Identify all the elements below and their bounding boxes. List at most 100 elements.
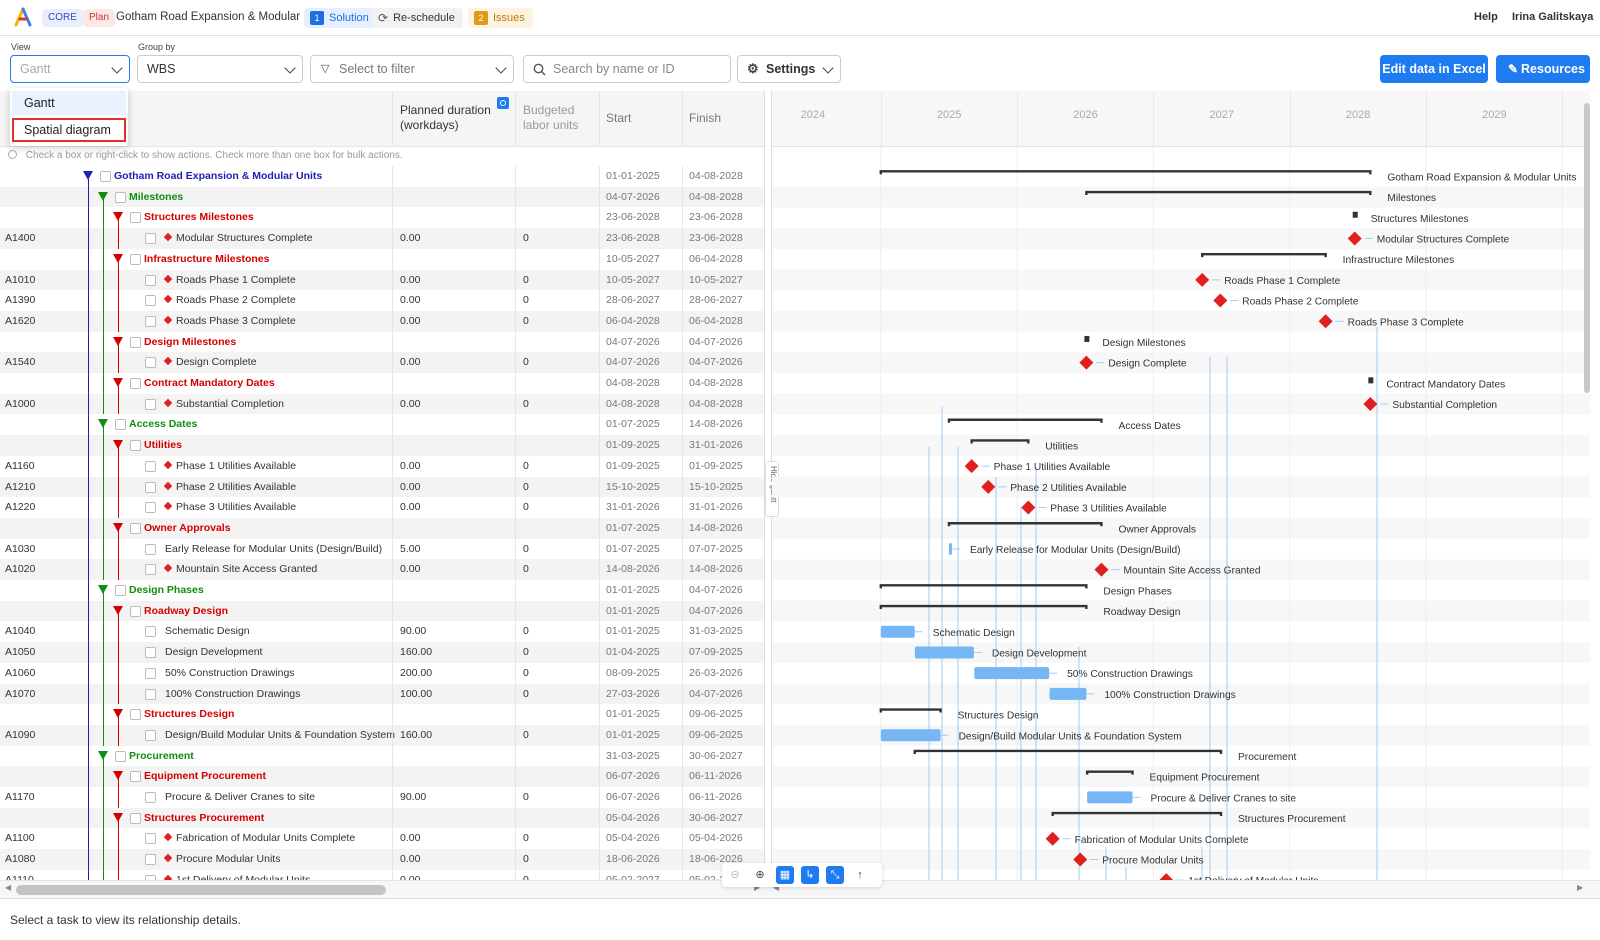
start-date-cell[interactable]: 01-07-2025 <box>606 414 660 435</box>
row-checkbox[interactable] <box>145 502 156 514</box>
relationship-toggle-icon[interactable]: ↳ <box>801 866 819 884</box>
task-name[interactable]: Design Phases <box>129 580 204 601</box>
task-name[interactable]: Contract Mandatory Dates <box>144 373 275 394</box>
table-row[interactable]: A1160 Phase 1 Utilities Available 0.00 0 01-… <box>0 456 764 477</box>
start-date-cell[interactable]: 01-07-2025 <box>606 539 660 560</box>
task-name[interactable]: Design Development <box>165 642 262 663</box>
start-date-cell[interactable]: 01-01-2025 <box>606 601 660 622</box>
row-checkbox[interactable] <box>100 171 111 182</box>
app-logo-icon[interactable] <box>13 7 33 27</box>
finish-date-cell[interactable]: 23-06-2028 <box>689 207 743 228</box>
task-name[interactable]: Access Dates <box>129 414 197 435</box>
planned-duration-cell[interactable]: 5.00 <box>400 539 420 560</box>
row-checkbox[interactable] <box>130 253 141 265</box>
finish-date-cell[interactable]: 31-01-2026 <box>689 435 743 456</box>
grid-scroll-thumb[interactable] <box>16 885 386 895</box>
row-checkbox[interactable] <box>145 792 156 803</box>
table-row[interactable]: A1070 100% Construction Drawings 100.00 0 27… <box>0 683 764 705</box>
task-name[interactable]: 1st Delivery of Modular Units <box>163 870 310 880</box>
resources-button[interactable]: ✎ Resources <box>1496 55 1590 83</box>
planned-duration-cell[interactable]: 0.00 <box>400 352 420 373</box>
task-name[interactable]: 50% Construction Drawings <box>165 663 295 684</box>
budgeted-labor-cell[interactable]: 0 <box>523 539 529 560</box>
finish-date-cell[interactable]: 14-08-2026 <box>689 518 743 539</box>
task-name[interactable]: Roadway Design <box>144 601 228 622</box>
budgeted-labor-cell[interactable]: 0 <box>523 477 529 498</box>
task-name[interactable]: Substantial Completion <box>163 394 284 415</box>
table-row[interactable]: A1000 Substantial Completion 0.00 0 04-08-20… <box>0 393 764 415</box>
row-checkbox[interactable] <box>145 233 156 245</box>
table-row[interactable]: Procurement 31-03-2025 30-06-2027 <box>0 746 764 767</box>
finish-date-cell[interactable]: 23-06-2028 <box>689 228 743 249</box>
finish-date-cell[interactable]: 26-03-2026 <box>689 663 743 684</box>
budgeted-labor-header[interactable]: Budgeted <box>523 103 574 117</box>
row-checkbox[interactable] <box>130 709 141 721</box>
table-row[interactable]: A1210 Phase 2 Utilities Available 0.00 0 15-… <box>0 476 764 498</box>
task-name[interactable]: Design Complete <box>163 352 257 373</box>
table-row[interactable]: Structures Procurement 05-04-2026 30-06-20… <box>0 807 764 829</box>
table-row[interactable]: A1390 Roads Phase 2 Complete 0.00 0 28-06-20… <box>0 290 764 311</box>
scroll-to-top-icon[interactable]: ↑ <box>851 866 869 884</box>
row-checkbox[interactable] <box>130 378 141 389</box>
finish-date-cell[interactable]: 07-07-2025 <box>689 539 743 560</box>
table-row[interactable]: A1010 Roads Phase 1 Complete 0.00 0 10-05-20… <box>0 269 764 291</box>
table-row[interactable]: Contract Mandatory Dates 04-08-2028 04-08-… <box>0 373 764 394</box>
table-row[interactable]: Design Phases 01-01-2025 04-07-2026 <box>0 580 764 601</box>
planned-duration-cell[interactable]: 0.00 <box>400 828 420 849</box>
start-date-cell[interactable]: 27-03-2026 <box>606 684 660 705</box>
finish-date-cell[interactable]: 04-08-2028 <box>689 373 743 394</box>
start-date-cell[interactable]: 28-06-2027 <box>606 290 660 311</box>
settings-select[interactable]: ⚙ Settings <box>737 55 841 83</box>
row-checkbox[interactable] <box>145 274 156 286</box>
view-option-gantt[interactable]: Gantt <box>12 91 126 115</box>
view-option-spatial-diagram[interactable]: Spatial diagram <box>12 118 126 142</box>
start-date-cell[interactable]: 01-01-2025 <box>606 621 660 642</box>
planned-duration-cell[interactable]: 0.00 <box>400 870 420 880</box>
row-checkbox[interactable] <box>130 605 141 617</box>
finish-date-cell[interactable]: 30-06-2027 <box>689 746 743 767</box>
budgeted-labor-cell[interactable]: 0 <box>523 270 529 291</box>
task-name[interactable]: Roads Phase 1 Complete <box>163 270 296 291</box>
planned-duration-cell[interactable]: 0.00 <box>400 228 420 249</box>
row-checkbox[interactable] <box>130 522 141 534</box>
table-row[interactable]: A1540 Design Complete 0.00 0 04-07-2026 04-07… <box>0 352 764 373</box>
finish-date-cell[interactable]: 09-06-2025 <box>689 704 743 725</box>
start-date-cell[interactable]: 23-06-2028 <box>606 228 660 249</box>
table-row[interactable]: Roadway Design 01-01-2025 04-07-2026 <box>0 600 764 622</box>
finish-date-cell[interactable]: 06-11-2026 <box>689 787 742 808</box>
task-name[interactable]: Infrastructure Milestones <box>144 249 269 270</box>
start-date-cell[interactable]: 31-03-2025 <box>606 746 660 767</box>
start-date-cell[interactable]: 04-07-2026 <box>606 187 660 208</box>
table-row[interactable]: Owner Approvals 01-07-2025 14-08-2026 <box>0 517 764 539</box>
row-checkbox[interactable] <box>145 357 156 369</box>
task-name[interactable]: Phase 2 Utilities Available <box>163 477 296 498</box>
planned-duration-cell[interactable]: 0.00 <box>400 394 420 415</box>
table-row[interactable]: Infrastructure Milestones 10-05-2027 06-04… <box>0 249 764 270</box>
table-row[interactable]: A1400 Modular Structures Complete 0.00 0 23-… <box>0 228 764 249</box>
task-name[interactable]: Roads Phase 2 Complete <box>163 290 296 311</box>
row-checkbox[interactable] <box>145 688 156 700</box>
table-row[interactable]: Gotham Road Expansion & Modular Units 01-… <box>0 166 764 187</box>
start-date-cell[interactable]: 04-07-2026 <box>606 352 660 373</box>
table-row[interactable]: A1620 Roads Phase 3 Complete 0.00 0 06-04-20… <box>0 310 764 332</box>
start-date-cell[interactable]: 05-04-2026 <box>606 828 660 849</box>
row-checkbox[interactable] <box>115 750 126 762</box>
user-name[interactable]: Irina Galitskaya <box>1512 11 1593 23</box>
planned-duration-cell[interactable]: 0.00 <box>400 477 420 498</box>
finish-date-cell[interactable]: 14-08-2026 <box>689 414 743 435</box>
planned-duration-header[interactable]: Planned duration <box>400 103 491 117</box>
budgeted-labor-cell[interactable]: 0 <box>523 559 529 580</box>
finish-date-cell[interactable]: 06-04-2028 <box>689 249 743 270</box>
task-name[interactable]: 100% Construction Drawings <box>165 684 300 705</box>
row-checkbox[interactable] <box>115 419 126 431</box>
fit-to-screen-icon[interactable]: ⤡ <box>826 866 844 884</box>
task-name[interactable]: Utilities <box>144 435 182 456</box>
budgeted-labor-cell[interactable]: 0 <box>523 497 529 518</box>
budgeted-labor-cell[interactable]: 0 <box>523 228 529 249</box>
group-by-select[interactable]: WBS <box>137 55 303 83</box>
finish-date-cell[interactable]: 04-07-2026 <box>689 601 743 622</box>
finish-date-cell[interactable]: 10-05-2027 <box>689 270 743 291</box>
planned-duration-cell[interactable]: 0.00 <box>400 849 420 870</box>
budgeted-labor-cell[interactable]: 0 <box>523 828 529 849</box>
budgeted-labor-cell[interactable]: 0 <box>523 642 529 663</box>
